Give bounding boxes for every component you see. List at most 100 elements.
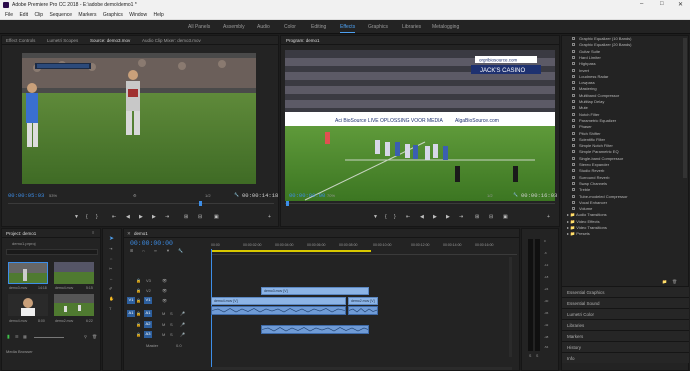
- program-export-frame-icon[interactable]: ▣: [503, 214, 508, 220]
- add-marker-icon[interactable]: ▼: [74, 214, 79, 220]
- tab-lumetri-scopes[interactable]: Lumetri Scopes: [47, 38, 78, 43]
- effect-item[interactable]: Phaser: [572, 124, 592, 129]
- panel-menu-icon[interactable]: ≡: [92, 230, 94, 235]
- effect-item[interactable]: Stereo Expander: [572, 162, 609, 167]
- razor-tool-icon[interactable]: ✂: [109, 266, 112, 271]
- media-browser-tab[interactable]: Media Browser: [6, 349, 33, 354]
- program-go-to-in-icon[interactable]: ⇤: [406, 214, 410, 220]
- workspace-metalogging[interactable]: Metalogging: [432, 24, 459, 30]
- mark-in-icon[interactable]: {: [86, 214, 88, 220]
- program-step-back-icon[interactable]: ◀: [420, 214, 424, 220]
- menu-clip[interactable]: Clip: [34, 12, 43, 18]
- menu-help[interactable]: Help: [153, 12, 163, 18]
- voiceover-icon[interactable]: 🎤: [180, 332, 185, 337]
- tab-source[interactable]: Source: demo3.mov: [90, 38, 130, 43]
- effects-scrollbar[interactable]: [683, 38, 687, 178]
- program-add-marker-icon[interactable]: ▼: [373, 214, 378, 220]
- maximize-button[interactable]: □: [660, 1, 664, 7]
- trash-icon[interactable]: 🗑: [92, 334, 97, 339]
- new-bin-icon[interactable]: 📁: [662, 279, 667, 284]
- menu-markers[interactable]: Markers: [78, 12, 96, 18]
- step-back-icon[interactable]: ◀: [126, 214, 130, 220]
- mute-button[interactable]: M: [162, 332, 165, 337]
- type-tool-icon[interactable]: T: [109, 306, 111, 311]
- clip-a1-demo2[interactable]: [348, 306, 378, 315]
- section-markers[interactable]: Markers: [562, 330, 689, 341]
- program-zoom-select[interactable]: 70%: [327, 193, 335, 198]
- program-resolution-select[interactable]: 1/2: [487, 193, 493, 198]
- clip-v1-demo2[interactable]: demo2.mov [V]: [348, 297, 378, 305]
- lock-icon[interactable]: 🔒: [136, 288, 141, 293]
- mark-out-icon[interactable]: }: [96, 214, 98, 220]
- workspace-audio[interactable]: Audio: [257, 24, 270, 30]
- add-marker-timeline-icon[interactable]: ▼: [166, 248, 170, 253]
- section-essential-sound[interactable]: Essential Sound: [562, 297, 689, 308]
- timeline-horizontal-scrollbar[interactable]: [212, 367, 512, 370]
- effects-trash-icon[interactable]: 🗑: [672, 279, 677, 284]
- add-button-icon[interactable]: +: [268, 214, 271, 220]
- program-add-button-icon[interactable]: +: [547, 214, 550, 220]
- slip-tool-icon[interactable]: ↔: [109, 276, 113, 281]
- timeline-vertical-scrollbar[interactable]: [509, 257, 512, 357]
- step-forward-icon[interactable]: ▶: [152, 214, 156, 220]
- source-playhead[interactable]: [199, 201, 202, 206]
- track-label[interactable]: A2: [144, 321, 152, 328]
- tab-project[interactable]: Project: demo1: [6, 231, 36, 236]
- timeline-ruler[interactable]: 00:00 00:00:02:00 00:00:04:00 00:00:06:0…: [211, 241, 517, 255]
- section-info[interactable]: Info: [562, 352, 689, 363]
- solo-left-button[interactable]: S: [529, 354, 531, 358]
- track-label[interactable]: V1: [144, 297, 152, 304]
- hand-tool-icon[interactable]: ✋: [109, 296, 114, 301]
- effect-item[interactable]: Pitch Shifter: [572, 131, 601, 136]
- effect-item[interactable]: Swap Channels: [572, 181, 607, 186]
- icon-view-icon[interactable]: ▦: [23, 334, 27, 339]
- close-button[interactable]: ✕: [678, 1, 683, 8]
- source-scrubber[interactable]: [8, 203, 274, 206]
- clip-v1-demo4[interactable]: demo4.mov [V]: [211, 297, 346, 305]
- source-patch-a1[interactable]: A1: [127, 310, 135, 317]
- program-wrench-icon[interactable]: 🔧: [513, 192, 518, 197]
- mute-button[interactable]: M: [162, 311, 165, 316]
- go-to-in-icon[interactable]: ⇤: [112, 214, 116, 220]
- effect-item[interactable]: Lowpass: [572, 80, 595, 85]
- effect-item[interactable]: Hard Limiter: [572, 55, 601, 60]
- effect-item[interactable]: Loudness Radar: [572, 74, 608, 79]
- timeline-timecode[interactable]: 00:00:00:00: [130, 240, 173, 247]
- effect-item[interactable]: Multiband Compressor: [572, 93, 619, 98]
- effect-item[interactable]: Highpass: [572, 61, 596, 66]
- workspace-editing[interactable]: Editing: [311, 24, 326, 30]
- effect-item[interactable]: Multitap Delay: [572, 99, 604, 104]
- timeline-close-icon[interactable]: ✕: [127, 231, 131, 237]
- ripple-edit-tool-icon[interactable]: ⇔: [109, 256, 113, 261]
- new-item-icon[interactable]: ▮: [7, 334, 10, 340]
- project-thumb-1[interactable]: [8, 262, 48, 284]
- eye-icon[interactable]: 👁: [162, 278, 167, 283]
- program-timecode[interactable]: 00:00:00:00: [289, 192, 325, 199]
- mute-button[interactable]: M: [162, 322, 165, 327]
- source-timecode[interactable]: 00:00:05:03: [8, 192, 44, 199]
- voiceover-icon[interactable]: 🎤: [180, 322, 185, 327]
- program-step-forward-icon[interactable]: ▶: [446, 214, 450, 220]
- nest-icon[interactable]: ⊞: [130, 248, 133, 253]
- tab-program[interactable]: Program: demo1: [286, 38, 320, 43]
- effect-item[interactable]: Graphic Equalizer (20 Bands): [572, 42, 631, 47]
- clip-v2-demo3[interactable]: demo3.mov [V]: [261, 287, 369, 295]
- clip-a1-demo4[interactable]: [211, 306, 346, 315]
- extract-icon[interactable]: ⊟: [489, 214, 493, 220]
- solo-button[interactable]: S: [170, 332, 173, 337]
- section-history[interactable]: History: [562, 341, 689, 352]
- list-view-icon[interactable]: ☰: [15, 334, 19, 339]
- section-libraries[interactable]: Libraries: [562, 319, 689, 330]
- project-thumb-4[interactable]: [54, 294, 94, 316]
- effect-item[interactable]: Simple Notch Filter: [572, 143, 613, 148]
- lift-icon[interactable]: ⊞: [475, 214, 479, 220]
- source-video-frame[interactable]: [22, 53, 256, 184]
- lock-icon[interactable]: 🔒: [136, 278, 141, 283]
- lock-icon[interactable]: 🔒: [136, 298, 141, 303]
- program-go-to-out-icon[interactable]: ⇥: [459, 214, 463, 220]
- effect-item[interactable]: Studio Reverb: [572, 168, 604, 173]
- project-thumb-3[interactable]: [8, 294, 48, 316]
- effect-item[interactable]: Scientific Filter: [572, 137, 605, 142]
- lock-icon[interactable]: 🔒: [136, 332, 141, 337]
- menu-edit[interactable]: Edit: [19, 12, 28, 18]
